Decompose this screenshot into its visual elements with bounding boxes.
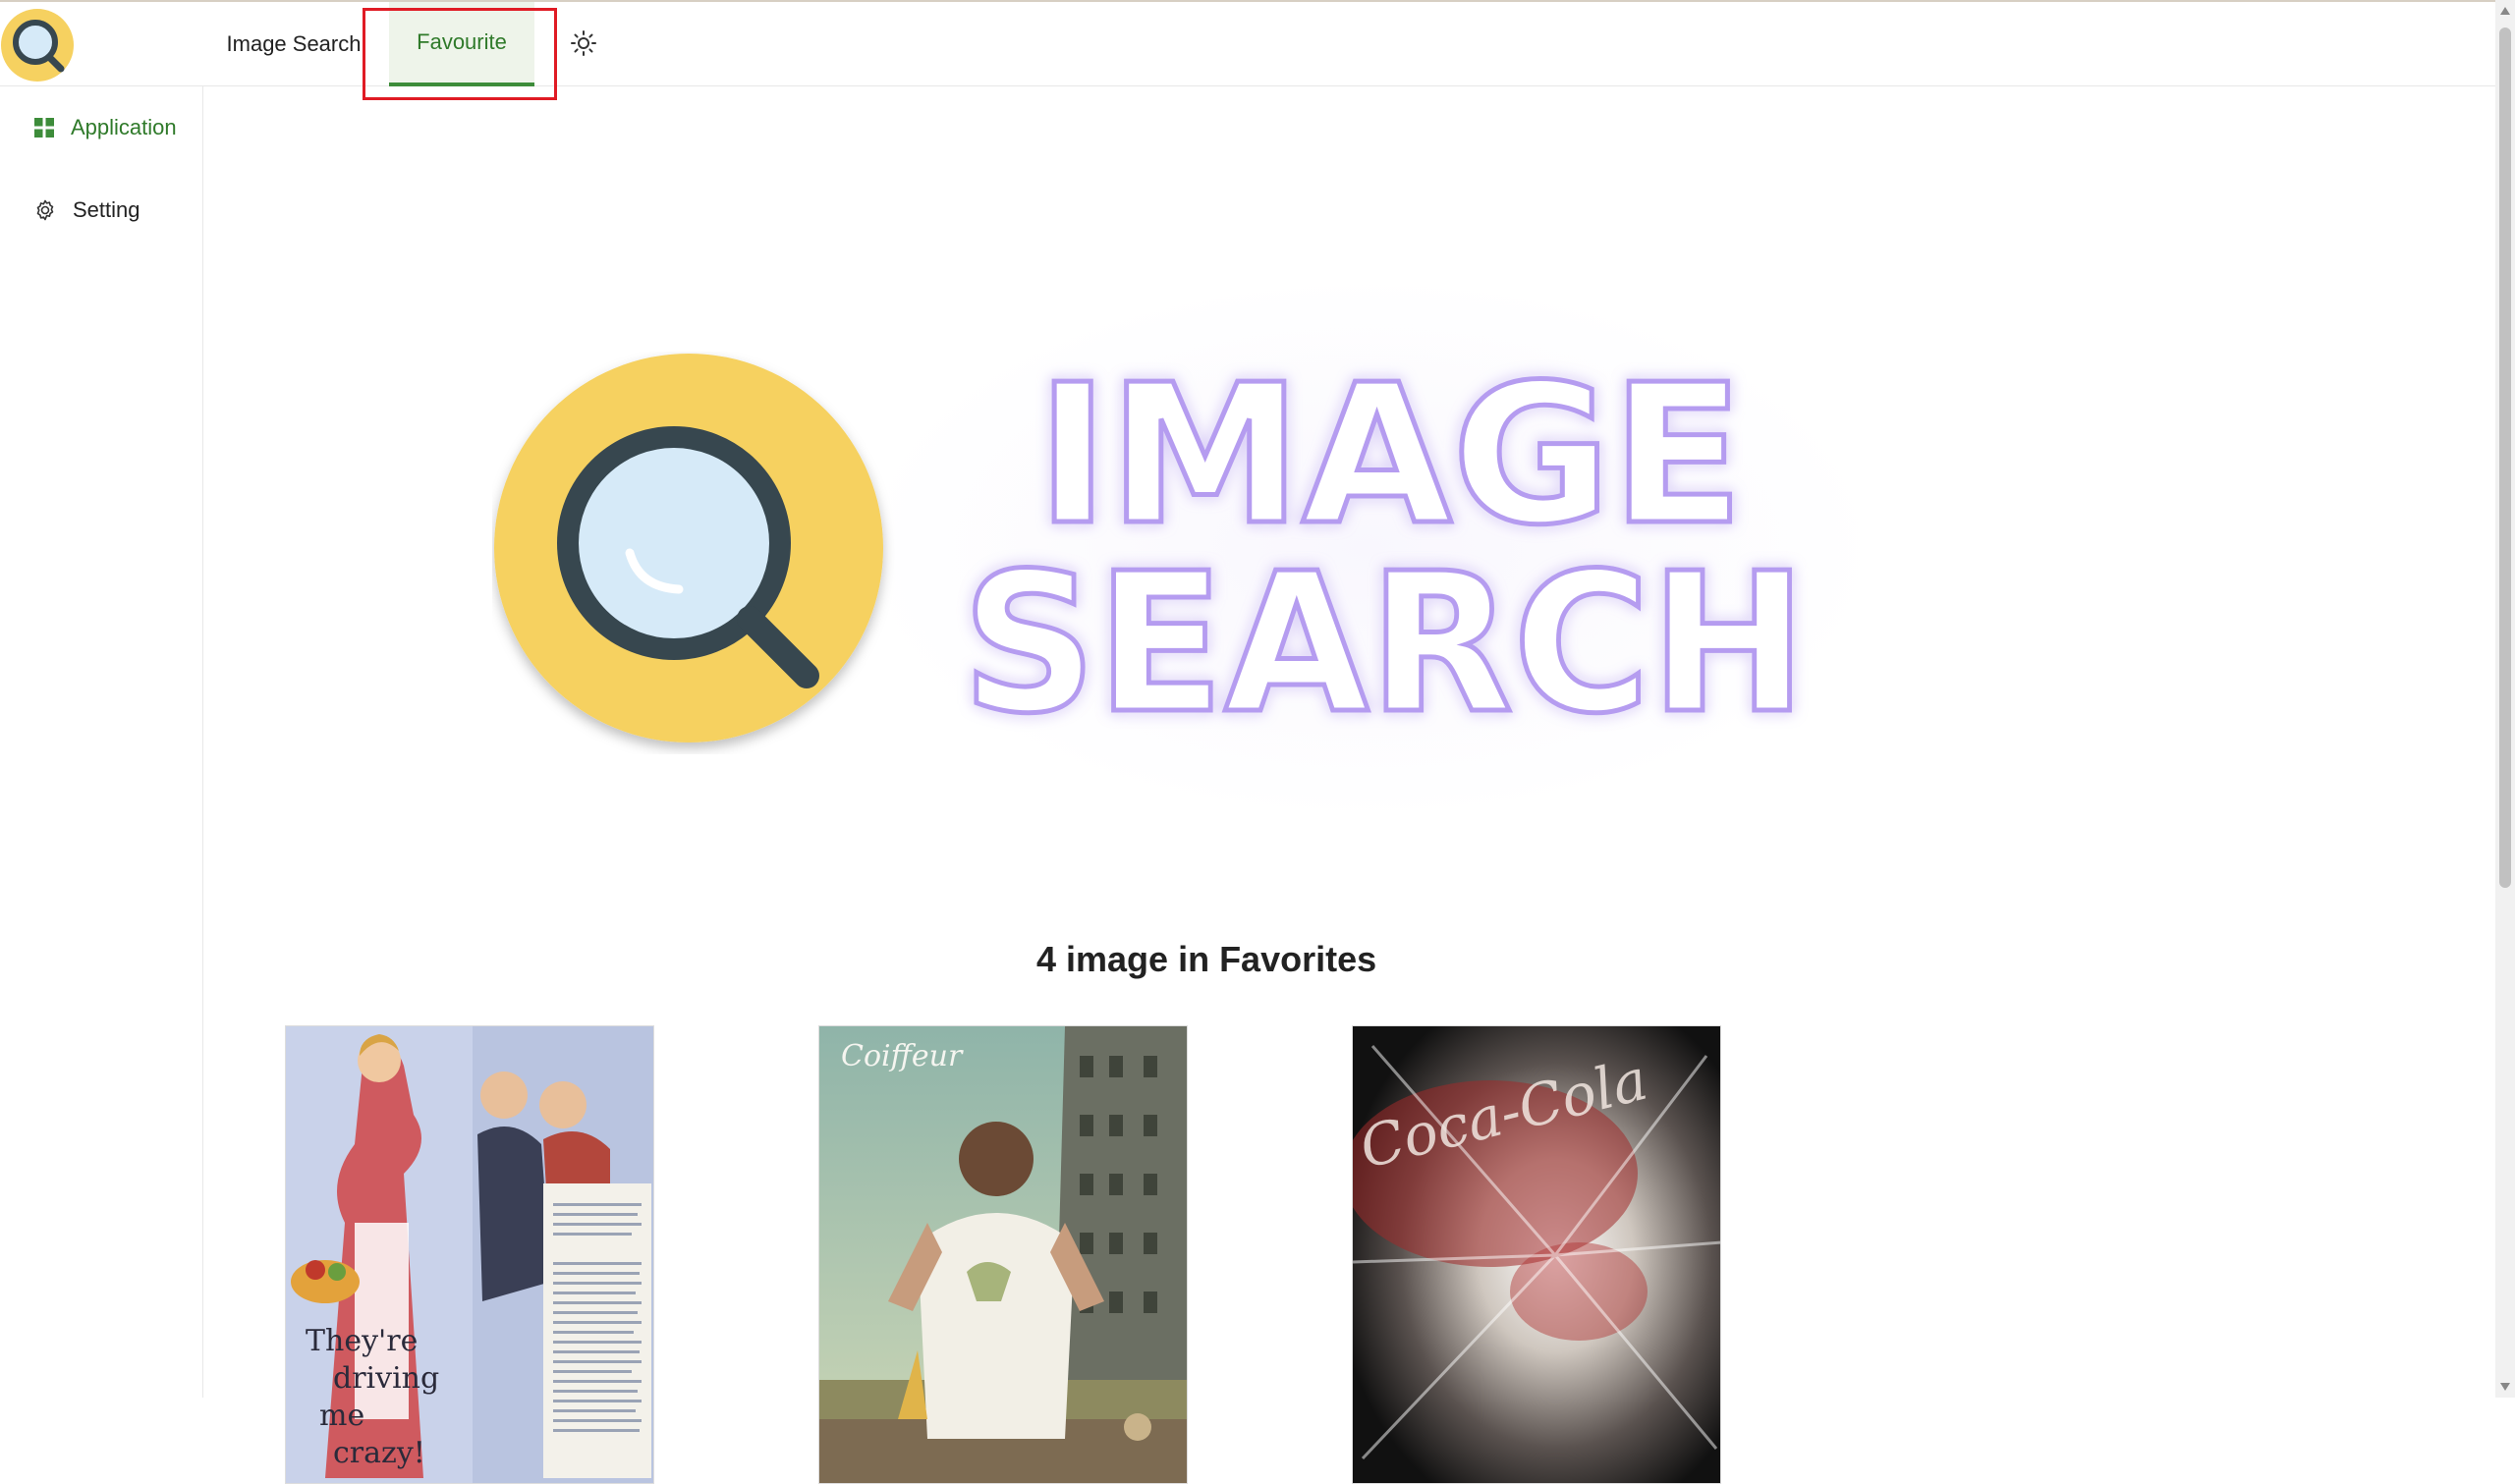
favorite-image-card[interactable]: Coiffeur [818, 1025, 1188, 1484]
vintage-ad-image: They're driving me crazy! [286, 1026, 653, 1483]
scrollbar-thumb[interactable] [2499, 27, 2511, 888]
magnifier-logo-icon [494, 354, 883, 742]
page-scrollbar[interactable] [2495, 0, 2515, 1398]
tab-label: Image Search [226, 31, 362, 56]
sun-icon[interactable] [570, 29, 597, 57]
sidebar-item-label: Application [71, 115, 177, 139]
sidebar: Application Setting [0, 86, 203, 1398]
favorite-image-card[interactable]: Coca-Cola [1352, 1025, 1721, 1484]
ad-caption-line: driving [333, 1361, 439, 1396]
sidebar-item-label: Setting [73, 197, 140, 222]
gear-icon [36, 199, 54, 221]
banner-title: IMAGE SEARCH [960, 342, 1810, 735]
tab-label: Favourite [417, 29, 507, 54]
ad-caption-line: They're [306, 1324, 418, 1358]
sidebar-item-setting[interactable]: Setting [33, 191, 140, 230]
magnifier-logo-icon[interactable] [0, 8, 75, 82]
tab-image-search[interactable]: Image Search [224, 2, 363, 86]
tab-favourite[interactable]: Favourite [389, 2, 534, 86]
scroll-up-icon[interactable] [2499, 4, 2511, 18]
main-content: IMAGE SEARCH 4 image in Favorites They'r… [203, 86, 2495, 1484]
sidebar-item-application[interactable]: Application [33, 108, 177, 147]
grid-icon [34, 118, 54, 137]
top-navbar: Image Search Favourite [0, 0, 2495, 100]
ad-caption-line: me [319, 1399, 364, 1433]
favorite-image-card[interactable]: They're driving me crazy! [285, 1025, 654, 1484]
scroll-down-icon[interactable] [2499, 1380, 2511, 1394]
coiffeur-ad-image: Coiffeur [819, 1026, 1187, 1483]
ad-caption-line: crazy! [333, 1436, 425, 1470]
coca-cola-ad-image: Coca-Cola [1353, 1026, 1720, 1483]
banner-line-2: SEARCH [962, 532, 1807, 735]
brand-text: Coiffeur [841, 1039, 964, 1073]
favorites-title: 4 image in Favorites [1036, 939, 1377, 979]
